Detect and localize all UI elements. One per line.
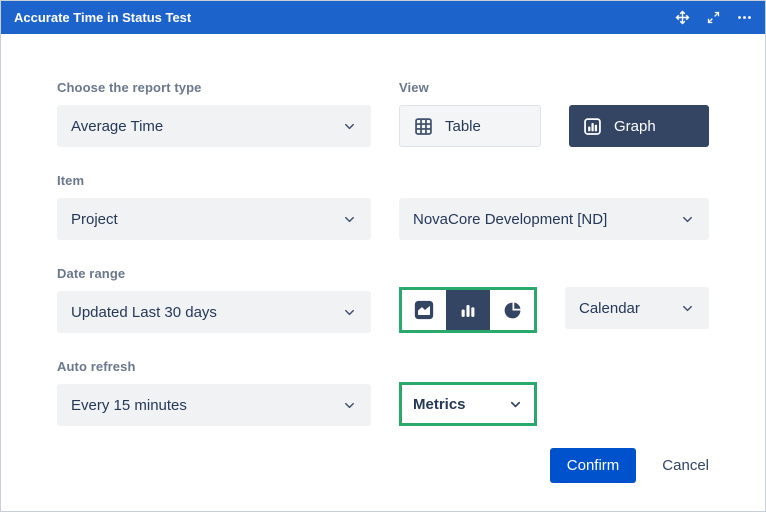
confirm-button[interactable]: Confirm (550, 448, 637, 483)
chevron-down-icon (680, 301, 695, 316)
field-project: NovaCore Development [ND] (399, 198, 709, 240)
report-type-value: Average Time (71, 118, 163, 135)
calendar-value: Calendar (579, 300, 640, 317)
chevron-down-icon (342, 212, 357, 227)
auto-refresh-select[interactable]: Every 15 minutes (57, 384, 371, 426)
field-view: View Table Graph (399, 80, 709, 147)
chevron-down-icon (508, 397, 523, 412)
area-chart-option[interactable] (402, 290, 446, 330)
field-metrics: Metrics (399, 382, 709, 426)
row-auto-refresh: Auto refresh Every 15 minutes Metrics (57, 359, 709, 426)
chevron-down-icon (342, 119, 357, 134)
field-auto-refresh: Auto refresh Every 15 minutes (57, 359, 371, 426)
calendar-select[interactable]: Calendar (565, 287, 709, 329)
report-type-label: Choose the report type (57, 80, 371, 95)
dialog-title: Accurate Time in Status Test (14, 10, 191, 25)
bar-chart-icon (457, 299, 479, 321)
dialog-footer: Confirm Cancel (57, 448, 709, 483)
field-date-range: Date range Updated Last 30 days (57, 266, 371, 333)
bar-chart-option[interactable] (446, 290, 490, 330)
expand-diagonal-icon[interactable] (706, 10, 721, 25)
chevron-down-icon (342, 305, 357, 320)
dialog-header: Accurate Time in Status Test (1, 1, 765, 34)
pie-chart-option[interactable] (490, 290, 534, 330)
auto-refresh-label: Auto refresh (57, 359, 371, 374)
more-ellipsis-icon[interactable] (736, 9, 753, 26)
project-select[interactable]: NovaCore Development [ND] (399, 198, 709, 240)
dialog-body: Choose the report type Average Time View… (1, 80, 765, 483)
view-graph-button[interactable]: Graph (569, 105, 709, 147)
row-report-type-view: Choose the report type Average Time View… (57, 80, 709, 147)
view-graph-label: Graph (614, 118, 656, 135)
field-item: Item Project (57, 173, 371, 240)
area-chart-icon (413, 299, 435, 321)
bar-chart-icon (582, 116, 603, 137)
gadget-settings-dialog: Accurate Time in Status Test Choose the … (0, 0, 766, 512)
date-range-value: Updated Last 30 days (71, 304, 217, 321)
metrics-value: Metrics (413, 396, 466, 413)
row-item-project: Item Project NovaCore Development [ND] (57, 173, 709, 240)
report-type-select[interactable]: Average Time (57, 105, 371, 147)
row-date-range: Date range Updated Last 30 days (57, 266, 709, 333)
chevron-down-icon (680, 212, 695, 227)
field-report-type: Choose the report type Average Time (57, 80, 371, 147)
item-value: Project (71, 211, 118, 228)
view-toggle-group: Table Graph (399, 105, 709, 147)
auto-refresh-value: Every 15 minutes (71, 397, 187, 414)
table-grid-icon (413, 116, 434, 137)
view-label: View (399, 80, 709, 95)
item-label: Item (57, 173, 371, 188)
date-range-label: Date range (57, 266, 371, 281)
date-range-select[interactable]: Updated Last 30 days (57, 291, 371, 333)
chevron-down-icon (342, 398, 357, 413)
move-icon[interactable] (674, 9, 691, 26)
date-range-right: Calendar (399, 287, 709, 333)
metrics-select[interactable]: Metrics (399, 382, 537, 426)
project-value: NovaCore Development [ND] (413, 211, 607, 228)
item-select[interactable]: Project (57, 198, 371, 240)
header-actions (674, 9, 753, 26)
pie-chart-icon (502, 300, 523, 321)
chart-style-group (399, 287, 537, 333)
view-table-button[interactable]: Table (399, 105, 541, 147)
view-table-label: Table (445, 118, 481, 135)
cancel-button[interactable]: Cancel (662, 457, 709, 474)
